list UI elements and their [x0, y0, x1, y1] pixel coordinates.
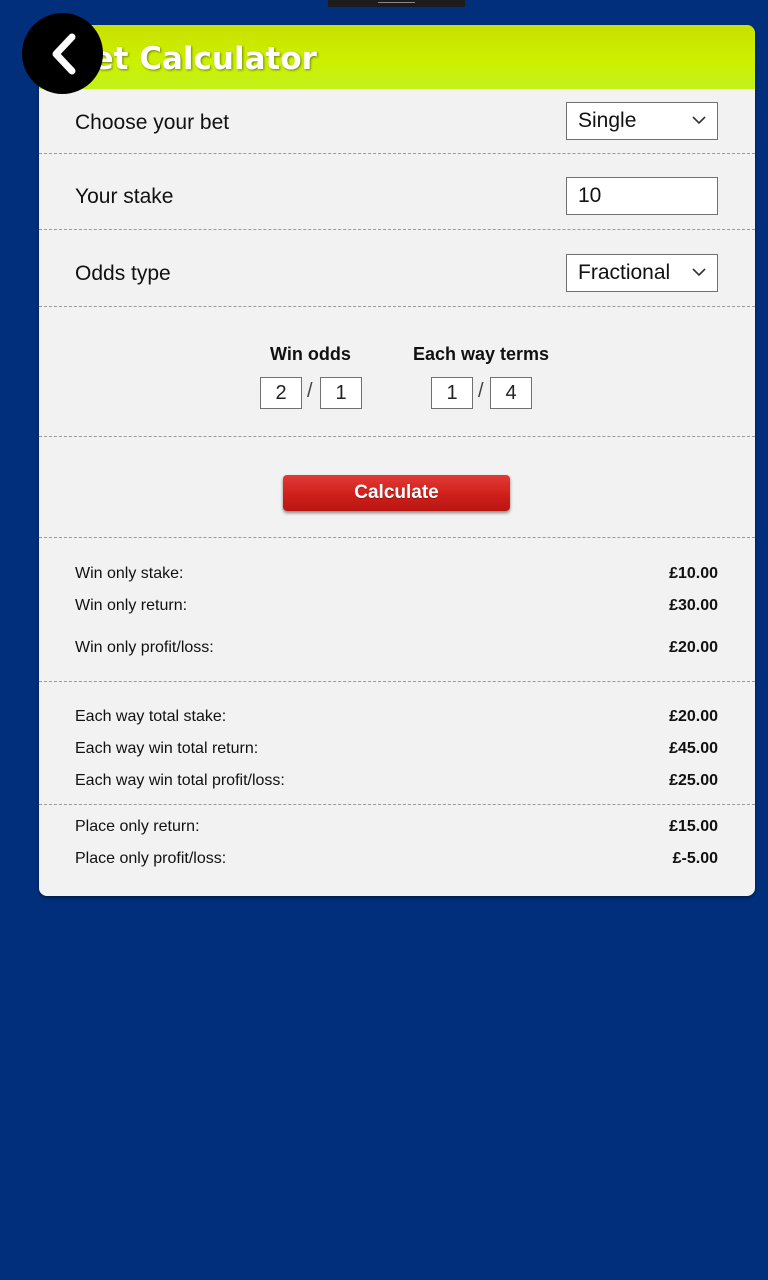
win-stake-label: Win only stake: — [75, 565, 184, 582]
chevron-down-icon — [692, 268, 706, 277]
stake-label: Your stake — [75, 185, 174, 208]
each-way-numerator-input[interactable]: 1 — [431, 377, 473, 409]
win-odds-numerator-input[interactable]: 2 — [260, 377, 302, 409]
bet-type-value: Single — [578, 109, 637, 132]
each-way-separator: / — [478, 380, 484, 402]
status-notch — [328, 0, 465, 7]
each-way-profit-label: Each way win total profit/loss: — [75, 772, 285, 789]
win-odds-title: Win odds — [270, 344, 351, 364]
win-profit-label: Win only profit/loss: — [75, 639, 214, 656]
odds-type-select[interactable]: Fractional — [566, 254, 718, 292]
calculate-button[interactable]: Calculate — [283, 475, 510, 511]
win-return-label: Win only return: — [75, 597, 188, 614]
win-return-value: £30.00 — [669, 597, 718, 614]
win-results-section: Win only stake: £10.00 Win only return: … — [39, 538, 755, 682]
each-way-stake-value: £20.00 — [669, 708, 718, 725]
place-return-value: £15.00 — [669, 818, 718, 835]
place-profit-label: Place only profit/loss: — [75, 850, 227, 867]
back-button[interactable] — [22, 13, 103, 94]
bet-type-select[interactable]: Single — [566, 102, 718, 140]
page-title: Bet Calculator — [69, 41, 317, 77]
each-way-results-section: Each way total stake: £20.00 Each way wi… — [39, 682, 755, 805]
each-way-profit-value: £25.00 — [669, 772, 718, 789]
bet-type-label: Choose your bet — [75, 111, 230, 134]
calculator-card: Bet Calculator Choose your bet Single Yo… — [39, 25, 755, 896]
card-header: Bet Calculator — [39, 25, 755, 89]
each-way-terms-title: Each way terms — [413, 344, 550, 364]
chevron-down-icon — [692, 116, 706, 125]
place-return-label: Place only return: — [75, 818, 200, 835]
bet-type-row: Choose your bet Single — [39, 89, 755, 154]
win-odds-separator: / — [307, 380, 313, 402]
odds-row: Win odds 2 / 1 Each way terms 1 / 4 — [39, 307, 755, 437]
each-way-denominator-input[interactable]: 4 — [490, 377, 532, 409]
odds-type-value: Fractional — [578, 261, 671, 284]
place-results-section: Place only return: £15.00 Place only pro… — [39, 805, 755, 896]
odds-type-row: Odds type Fractional — [39, 230, 755, 307]
win-odds-denominator-input[interactable]: 1 — [320, 377, 362, 409]
each-way-return-value: £45.00 — [669, 740, 718, 757]
chevron-left-icon — [52, 33, 75, 74]
win-stake-value: £10.00 — [669, 565, 718, 582]
each-way-return-label: Each way win total return: — [75, 740, 259, 757]
stake-input[interactable]: 10 — [566, 177, 718, 215]
each-way-stake-label: Each way total stake: — [75, 708, 227, 725]
stake-row: Your stake 10 — [39, 154, 755, 230]
win-profit-value: £20.00 — [669, 639, 718, 656]
odds-type-label: Odds type — [75, 262, 171, 285]
place-profit-value: £-5.00 — [672, 850, 718, 867]
